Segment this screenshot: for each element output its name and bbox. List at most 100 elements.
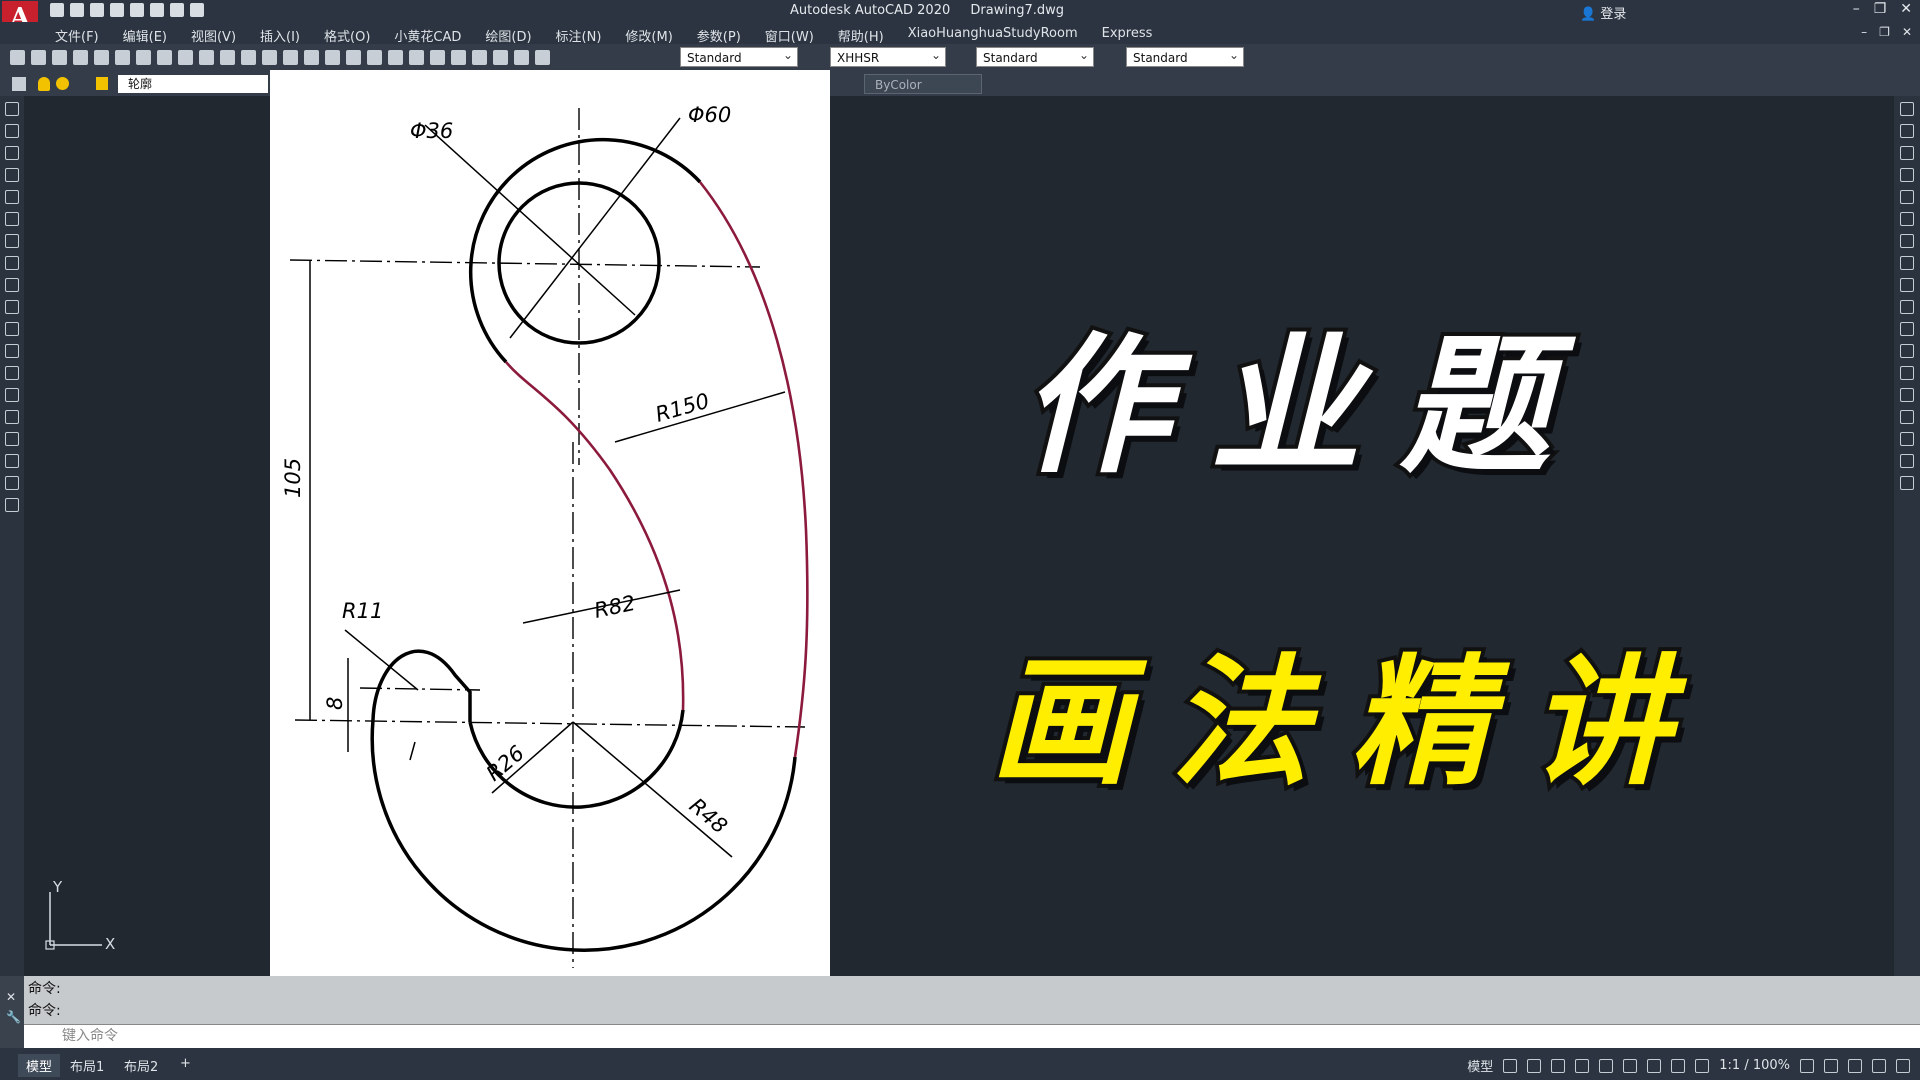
tab-layout2[interactable]: 布局2 [116,1054,166,1077]
explode-icon[interactable] [1900,476,1914,490]
hatch-icon[interactable] [5,410,19,424]
rotate-icon[interactable] [1900,234,1914,248]
menu-express[interactable]: Express [1102,26,1153,45]
ortho-icon[interactable] [1551,1058,1566,1073]
menu-help[interactable]: 帮助(H) [838,26,884,45]
dim-style-select[interactable]: XHHSR [830,45,946,67]
lineweight-icon[interactable] [1623,1058,1638,1073]
snap-icon[interactable] [1527,1058,1542,1073]
rectangle-icon[interactable] [5,190,19,204]
point-icon[interactable] [5,388,19,402]
new-icon[interactable] [50,3,64,17]
tab-model[interactable]: 模型 [18,1054,61,1077]
auto-scale-icon[interactable] [1671,1058,1686,1073]
properties-icon[interactable] [388,50,403,65]
revcloud-icon[interactable] [5,256,19,270]
menu-view[interactable]: 视图(V) [191,26,236,45]
print-icon[interactable] [150,3,164,17]
lightbulb-icon[interactable] [38,77,50,91]
menu-edit[interactable]: 编辑(E) [123,26,167,45]
text-style-icon[interactable] [535,50,550,65]
circle-icon[interactable] [5,234,19,248]
chamfer-icon[interactable] [1900,410,1914,424]
sun-icon[interactable] [56,77,69,90]
redo-icon[interactable] [190,3,204,17]
scale-icon[interactable] [1900,256,1914,270]
blend-icon[interactable] [1900,454,1914,468]
construction-line-icon[interactable] [5,124,19,138]
annotation-visibility-icon[interactable] [1647,1058,1662,1073]
menu-xhh-studyroom[interactable]: XiaoHuanghuaStudyRoom [908,26,1078,45]
arc-icon[interactable] [5,212,19,226]
plus-icon[interactable] [1824,1058,1838,1073]
calculator-icon[interactable] [493,50,508,65]
zoom-previous-icon[interactable] [367,50,382,65]
minimize-icon[interactable]: – [1853,1,1860,17]
copy-object-icon[interactable] [1900,124,1914,138]
publish-icon[interactable] [115,50,130,65]
menu-xhh-cad[interactable]: 小黄花CAD [394,26,461,45]
paste-icon[interactable] [199,50,214,65]
doc-close-icon[interactable]: ✕ [1902,25,1912,39]
ellipse-arc-icon[interactable] [5,322,19,336]
mleader-style-select[interactable]: Standard [1126,45,1244,67]
mtext-icon[interactable] [5,498,19,512]
break-at-point-icon[interactable] [1900,344,1914,358]
add-layout-button[interactable]: + [172,1054,199,1073]
pan-icon[interactable] [304,50,319,65]
layer-manager-icon[interactable] [12,77,26,91]
array-icon[interactable] [1900,190,1914,204]
zoom-realtime-icon[interactable] [325,50,340,65]
cut-icon[interactable] [157,50,172,65]
table-icon[interactable] [5,476,19,490]
model-space-toggle[interactable]: 模型 [1467,1056,1493,1075]
menu-dimension[interactable]: 标注(N) [556,26,602,45]
gradient-icon[interactable] [5,432,19,446]
command-line-grip[interactable]: ✕ 🔧 [0,976,24,1048]
open-icon[interactable] [70,3,84,17]
lock-icon[interactable] [96,77,108,90]
stretch-icon[interactable] [1900,278,1914,292]
fullscreen-icon[interactable] [1872,1058,1886,1073]
color-select[interactable]: ByColor [864,74,982,94]
login-button[interactable]: 👤 登录 [1580,3,1626,22]
redo-tb-icon[interactable] [283,50,298,65]
line-icon[interactable] [5,102,19,116]
menu-file[interactable]: 文件(F) [55,26,99,45]
text-style-select[interactable]: Standard [680,45,798,67]
annotation-scale-icon[interactable] [1695,1058,1710,1073]
gear-icon[interactable] [1800,1058,1814,1073]
erase-icon[interactable] [1900,102,1914,116]
undo-tb-icon[interactable] [262,50,277,65]
open-file-icon[interactable] [31,50,46,65]
customization-icon[interactable] [1896,1058,1910,1073]
save-icon[interactable] [90,3,104,17]
preview-icon[interactable] [94,50,109,65]
block-editor-icon[interactable] [241,50,256,65]
zoom-window-icon[interactable] [346,50,361,65]
menu-insert[interactable]: 插入(I) [260,26,300,45]
undo-icon[interactable] [170,3,184,17]
polygon-icon[interactable] [5,168,19,182]
design-center-icon[interactable] [409,50,424,65]
save-file-icon[interactable] [52,50,67,65]
menu-format[interactable]: 格式(O) [324,26,370,45]
menu-window[interactable]: 窗口(W) [765,26,814,45]
move-icon[interactable] [1900,212,1914,226]
close-command-icon[interactable]: ✕ [6,990,16,1004]
ellipse-icon[interactable] [5,300,19,314]
menu-parametric[interactable]: 参数(P) [697,26,741,45]
insert-block-icon[interactable] [5,344,19,358]
qnew-icon[interactable] [10,50,25,65]
close-icon[interactable]: ✕ [1900,1,1912,17]
tab-layout1[interactable]: 布局1 [62,1054,112,1077]
doc-minimize-icon[interactable]: – [1861,25,1867,39]
doc-restore-icon[interactable]: ❐ [1879,25,1890,39]
osnap-icon[interactable] [1599,1058,1614,1073]
save-as-icon[interactable] [110,3,124,17]
plot-icon[interactable] [130,3,144,17]
region-icon[interactable] [5,454,19,468]
tool-palettes-icon[interactable] [430,50,445,65]
fillet-icon[interactable] [1900,432,1914,446]
menu-modify[interactable]: 修改(M) [625,26,672,45]
